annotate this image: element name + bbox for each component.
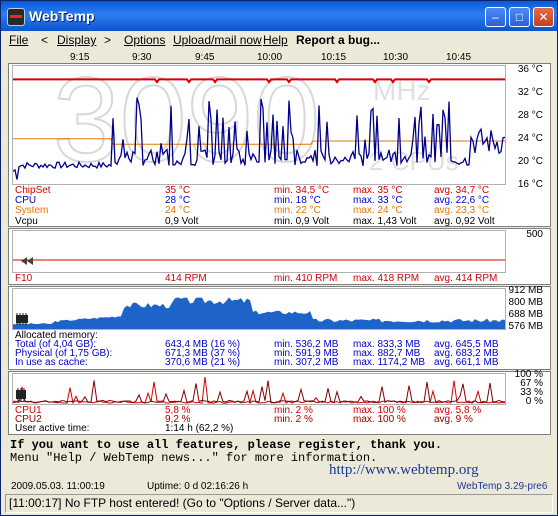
active-name: User active time: xyxy=(15,423,90,434)
memory-axis-label: 576 MB xyxy=(508,321,543,332)
temp-axis-label: 24 °C xyxy=(517,133,543,144)
sensor-avg: avg. 23,3 °C xyxy=(434,205,490,216)
sensor-current: 0,9 Volt xyxy=(165,216,199,227)
menu-options[interactable]: Options xyxy=(124,33,165,47)
sensor-name: Vcpu xyxy=(15,216,38,227)
minimize-button[interactable]: – xyxy=(485,7,506,27)
sensor-min: min. 22 °C xyxy=(274,205,321,216)
sensor-row-system: System 24 °C min. 22 °C max. 24 °C avg. … xyxy=(15,206,505,216)
memory-name: In use as cache: xyxy=(15,357,88,368)
memory-chip-icon xyxy=(16,313,28,325)
menu-file[interactable]: File xyxy=(9,33,28,47)
time-tick: 10:30 xyxy=(383,52,409,63)
memory-chart xyxy=(13,297,505,329)
menu-report-bug[interactable]: Report a bug... xyxy=(296,33,380,47)
temp-axis-label: 32 °C xyxy=(517,87,543,98)
maximize-button[interactable]: □ xyxy=(509,7,530,27)
title-bar[interactable]: WebTemp – □ ✕ xyxy=(1,1,557,31)
fan-min: min. 410 RPM xyxy=(274,273,338,284)
menu-help[interactable]: Help xyxy=(263,33,288,47)
sensor-max: max. 24 °C xyxy=(353,205,403,216)
temp-axis-label: 36 °C xyxy=(517,64,543,75)
cpu-chip-icon xyxy=(16,388,26,401)
version-label: WebTemp 3.29-pre6 xyxy=(457,481,548,492)
fan-name: F10 xyxy=(15,273,33,284)
memory-graph xyxy=(12,288,506,330)
fan-avg: avg. 414 RPM xyxy=(434,273,498,284)
cpu-load-graph xyxy=(12,373,506,405)
app-icon[interactable] xyxy=(7,8,25,26)
temp-axis-label: 16 °C xyxy=(517,179,543,190)
sensor-row-chipset: ChipSet 35 °C min. 34,5 °C max. 35 °C av… xyxy=(15,186,505,196)
menu-prev[interactable]: < xyxy=(41,33,48,47)
fan-current: 414 RPM xyxy=(165,273,207,284)
menu-next[interactable]: > xyxy=(104,33,111,47)
memory-axis-label: 800 MB xyxy=(508,297,543,308)
sensor-name: System xyxy=(15,205,49,216)
temperature-graph: 3090 MHz 2 CPUs xyxy=(12,65,506,185)
sensor-row-vcpu: Vcpu 0,9 Volt min. 0,9 Volt max. 1,43 Vo… xyxy=(15,217,505,227)
fan-panel: 500 F10 414 RPM min. 410 RPM max. 418 RP… xyxy=(8,228,551,285)
user-active-row: User active time: 1:14 h (62,2 %) xyxy=(15,424,505,434)
memory-min: min. 307,2 MB xyxy=(274,357,339,368)
window-title: WebTemp xyxy=(29,8,95,24)
status-bar: [11:00:17] No FTP host entered! (Go to "… xyxy=(5,494,553,513)
time-tick: 10:00 xyxy=(257,52,283,63)
menu-bar: File < Display > Options Upload/mail now… xyxy=(4,31,554,50)
fan-icon xyxy=(21,257,33,265)
cpu-load-panel: 100 % 67 % 33 % 0 % CPU1 5,8 % min. 2 % … xyxy=(8,369,551,435)
memory-max: max. 1174,2 MB xyxy=(353,357,426,368)
active-current: 1:14 h (62,2 %) xyxy=(165,423,234,434)
time-tick: 9:30 xyxy=(132,52,152,63)
sensor-min: min. 0,9 Volt xyxy=(274,216,330,227)
register-message: If you want to use all features, please … xyxy=(10,438,443,452)
memory-panel: 912 MB 800 MB 688 MB 576 MB Allocated me… xyxy=(8,285,551,370)
temp-axis-label: 28 °C xyxy=(517,110,543,121)
mhz-watermark: 3090 xyxy=(53,66,320,185)
website-link[interactable]: http://www.webtemp.org xyxy=(329,462,479,479)
temperature-chart: 3090 MHz 2 CPUs xyxy=(13,66,505,185)
time-tick: 10:45 xyxy=(446,52,472,63)
sensor-max: max. 1,43 Volt xyxy=(353,216,417,227)
memory-axis-label: 912 MB xyxy=(508,285,543,296)
time-tick: 9:15 xyxy=(70,52,90,63)
sensor-avg: avg. 0,92 Volt xyxy=(434,216,495,227)
temp-axis-label: 20 °C xyxy=(517,156,543,167)
memory-row-cache: In use as cache: 370,6 MB (21 %) min. 30… xyxy=(15,358,505,368)
sensor-row-cpu: CPU 28 °C min. 18 °C max. 33 °C avg. 22,… xyxy=(15,196,505,206)
menu-upload[interactable]: Upload/mail now xyxy=(173,33,262,47)
memory-usage-area xyxy=(13,297,505,329)
time-tick: 9:45 xyxy=(195,52,215,63)
current-date: 2009.05.03. 11:00:19 xyxy=(11,481,105,492)
temperature-panel: 3090 MHz 2 CPUs 36 °C 32 °C 28 °C 24 °C … xyxy=(8,63,551,227)
fan-graph xyxy=(12,230,506,273)
sensor-current: 24 °C xyxy=(165,205,191,216)
uptime: Uptime: 0 d 02:16:26 h xyxy=(147,481,249,492)
time-tick: 10:15 xyxy=(321,52,347,63)
memory-axis-label: 688 MB xyxy=(508,309,543,320)
fan-chart xyxy=(13,257,505,265)
webtemp-window: WebTemp – □ ✕ File < Display > Options U… xyxy=(0,0,558,516)
memory-avg: avg. 661,1 MB xyxy=(434,357,499,368)
fan-axis-label: 500 xyxy=(526,229,543,240)
cpu-load-chart xyxy=(13,376,505,404)
menu-display[interactable]: Display xyxy=(57,33,96,47)
news-message: Menu "Help / WebTemp news..." for more i… xyxy=(10,451,378,465)
memory-current: 370,6 MB (21 %) xyxy=(165,357,241,368)
cpu-axis-label: 0 % xyxy=(525,396,543,407)
cpu-count-watermark: 2 CPUs xyxy=(369,146,459,176)
close-button[interactable]: ✕ xyxy=(533,7,554,27)
fan-max: max. 418 RPM xyxy=(353,273,420,284)
fan-row: F10 414 RPM min. 410 RPM max. 418 RPM av… xyxy=(15,274,505,284)
